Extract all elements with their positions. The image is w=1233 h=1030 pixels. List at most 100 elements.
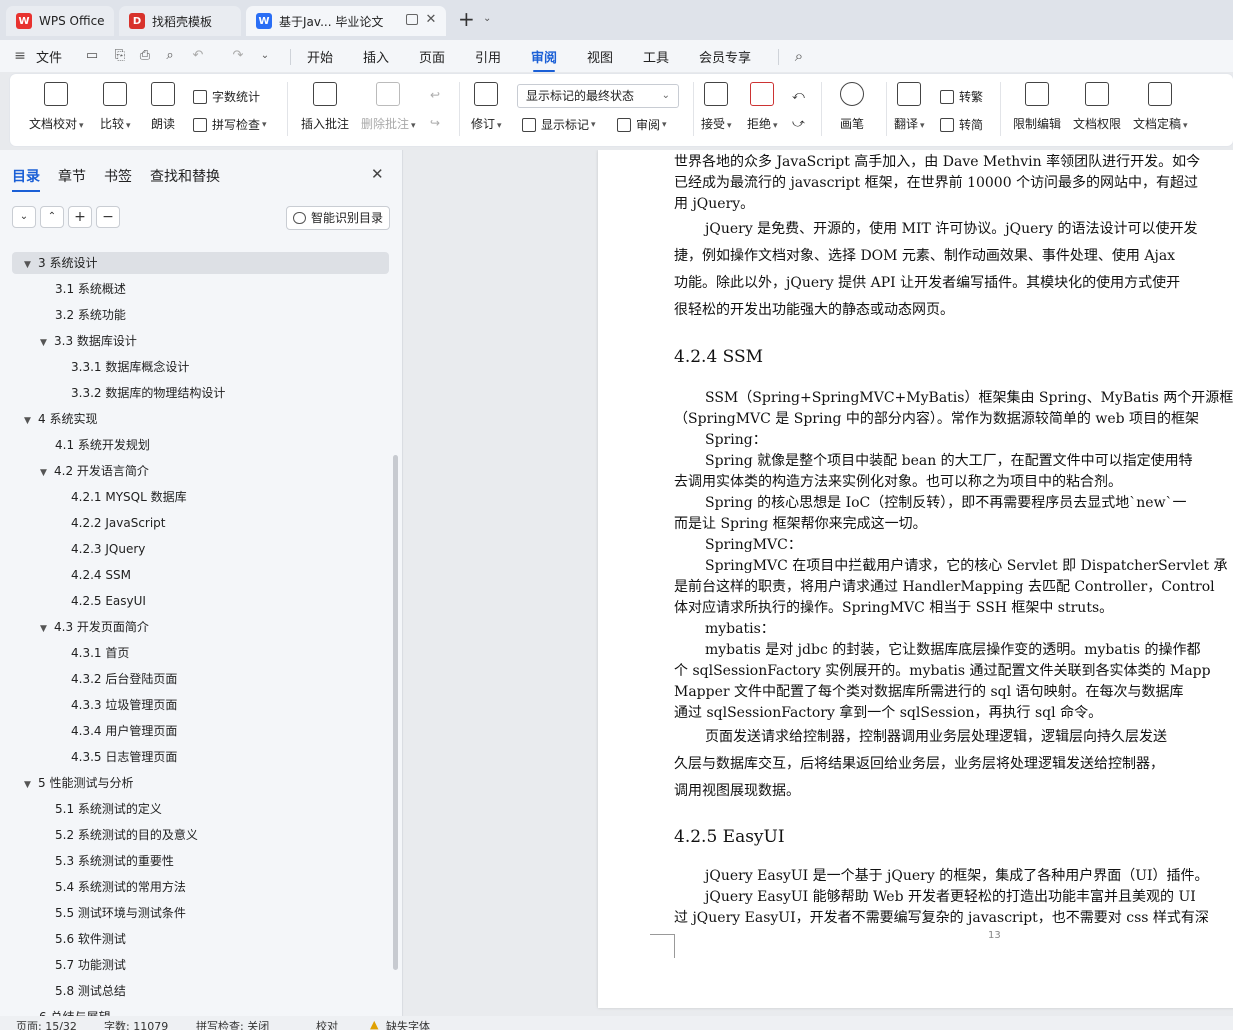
translate-button[interactable]: 翻译 ▾	[894, 82, 925, 132]
expand-toggle-icon[interactable]: ▼	[40, 462, 54, 484]
toc-item[interactable]: ▼ 3.3 数据库设计	[40, 330, 137, 352]
spell-check-button[interactable]: 拼写检查 ▾	[193, 116, 267, 133]
toc-item[interactable]: 5.5 测试环境与测试条件	[55, 902, 186, 924]
expand-toggle-icon[interactable]: ▼	[24, 410, 38, 432]
menu-review[interactable]: 审阅	[531, 47, 557, 72]
toc-item[interactable]: 5.7 功能测试	[55, 954, 126, 976]
collapse-all-button[interactable]: ⌄	[12, 206, 36, 228]
prev-change-icon[interactable]: ⤺	[792, 88, 805, 103]
toc-item[interactable]: 5.8 测试总结	[55, 980, 126, 1002]
toc-item[interactable]: 3.1 系统概述	[55, 278, 126, 300]
prev-comment-icon[interactable]: ↩	[430, 88, 440, 102]
hamburger-icon[interactable]: ≡	[12, 48, 28, 64]
share-icon[interactable]: ⎘	[112, 48, 128, 64]
toc-item[interactable]: 5.6 软件测试	[55, 928, 126, 950]
close-pane-icon[interactable]: ✕	[371, 165, 384, 183]
redo-icon[interactable]: ↷	[230, 48, 246, 64]
tab-document[interactable]: W 基于Jav... 毕业论文 ✕	[246, 6, 446, 36]
toc-item[interactable]: 4.2.4 SSM	[71, 564, 131, 586]
next-comment-icon[interactable]: ↪	[430, 116, 440, 130]
word-count-button[interactable]: 字数统计	[193, 88, 260, 105]
to-simplified-button[interactable]: 转简	[940, 116, 983, 133]
new-tab-plus-icon[interactable]: +	[458, 9, 475, 29]
compare-button[interactable]: 比较 ▾	[100, 82, 131, 132]
toc-item[interactable]: 5.2 系统测试的目的及意义	[55, 824, 198, 846]
toc-item[interactable]: 3.3.1 数据库概念设计	[71, 356, 189, 378]
close-tab-icon[interactable]: ✕	[424, 13, 438, 27]
undo-icon[interactable]: ↶	[190, 48, 206, 64]
quick-access-chevron-icon[interactable]: ⌄	[257, 48, 273, 64]
insert-comment-button[interactable]: 插入批注	[301, 82, 349, 132]
toc-item[interactable]: 4.3.3 垃圾管理页面	[71, 694, 177, 716]
expand-toggle-icon[interactable]: ▼	[40, 332, 54, 354]
add-heading-button[interactable]: +	[68, 206, 92, 228]
restrict-edit-button[interactable]: 限制编辑	[1013, 82, 1061, 132]
page-count-status[interactable]: 页面: 15/32	[16, 1018, 77, 1030]
delete-comment-button[interactable]: 删除批注 ▾	[361, 82, 416, 132]
expand-toggle-icon[interactable]: ▼	[40, 618, 54, 640]
menu-insert[interactable]: 插入	[363, 47, 389, 66]
toc-item[interactable]: 3.3.2 数据库的物理结构设计	[71, 382, 225, 404]
menu-file[interactable]: 文件	[36, 47, 62, 66]
menu-tools[interactable]: 工具	[643, 47, 669, 66]
to-traditional-button[interactable]: 转繁	[940, 88, 983, 105]
accept-button[interactable]: 接受 ▾	[701, 82, 732, 132]
doc-permission-button[interactable]: 文档权限	[1073, 82, 1121, 132]
expand-toggle-icon[interactable]: ▼	[24, 774, 38, 796]
toc-item[interactable]: 5.1 系统测试的定义	[55, 798, 162, 820]
toc-item[interactable]: 4.1 系统开发规划	[55, 434, 150, 456]
tab-find-replace[interactable]: 查找和替换	[150, 166, 220, 186]
review-pane-button[interactable]: 审阅 ▾	[617, 116, 667, 133]
tab-list-chevron-icon[interactable]: ⌄	[483, 13, 491, 24]
remove-heading-button[interactable]: −	[96, 206, 120, 228]
window-icon[interactable]	[406, 14, 418, 25]
read-aloud-button[interactable]: 朗读	[151, 82, 175, 132]
toc-item[interactable]: 4.3.5 日志管理页面	[71, 746, 177, 768]
tab-toc[interactable]: 目录	[12, 166, 40, 192]
tab-docer-templates[interactable]: D 找稻壳模板	[119, 6, 241, 36]
toc-item[interactable]: 6 总结与展望	[39, 1006, 110, 1016]
show-markup-button[interactable]: 显示标记 ▾	[522, 116, 596, 133]
print-icon[interactable]: ⎙	[137, 48, 153, 64]
toc-item[interactable]: ▼ 4.3 开发页面简介	[40, 616, 149, 638]
tab-bookmarks[interactable]: 书签	[104, 166, 132, 186]
revise-button[interactable]: 修订 ▾	[471, 82, 502, 132]
doc-proofread-button[interactable]: 文档校对 ▾	[29, 82, 84, 132]
doc-finalize-button[interactable]: 文档定稿 ▾	[1133, 82, 1188, 132]
toc-item[interactable]: 4.3.4 用户管理页面	[71, 720, 177, 742]
toc-item[interactable]: 4.3.1 首页	[71, 642, 129, 664]
toc-item[interactable]: ▼ 5 性能测试与分析	[24, 772, 133, 794]
save-icon[interactable]: ▭	[84, 48, 100, 64]
nav-scrollbar[interactable]	[393, 455, 398, 970]
missing-font-status[interactable]: 缺失字体	[386, 1018, 430, 1030]
tab-chapters[interactable]: 章节	[58, 166, 86, 186]
smart-toc-button[interactable]: 智能识别目录	[286, 206, 390, 230]
toc-item[interactable]: 4.2.5 EasyUI	[71, 590, 146, 612]
search-icon[interactable]: ⌕	[791, 48, 807, 64]
toc-item[interactable]: 4.2.2 JavaScript	[71, 512, 166, 534]
toc-item[interactable]: ▼ 3 系统设计	[24, 252, 97, 274]
tab-wps-office[interactable]: W WPS Office	[6, 6, 114, 36]
menu-view[interactable]: 视图	[587, 47, 613, 66]
brush-button[interactable]: 画笔	[840, 82, 864, 132]
toc-item[interactable]: ▼ 4 系统实现	[24, 408, 97, 430]
toc-item[interactable]: 5.4 系统测试的常用方法	[55, 876, 186, 898]
menu-home[interactable]: 开始	[307, 47, 333, 66]
proofread-status[interactable]: 校对	[316, 1018, 338, 1030]
toc-item[interactable]: 4.2.1 MYSQL 数据库	[71, 486, 187, 508]
expand-up-button[interactable]: ⌃	[40, 206, 64, 228]
menu-page[interactable]: 页面	[419, 47, 445, 66]
menu-references[interactable]: 引用	[475, 47, 501, 66]
reject-button[interactable]: 拒绝 ▾	[747, 82, 778, 132]
next-change-icon[interactable]: ⤻	[792, 116, 805, 131]
spell-check-status[interactable]: 拼写检查: 关闭	[196, 1018, 269, 1030]
word-count-status[interactable]: 字数: 11079	[104, 1018, 168, 1030]
markup-state-select[interactable]: 显示标记的最终状态 ⌄	[517, 84, 679, 108]
toc-item[interactable]: 3.2 系统功能	[55, 304, 126, 326]
document-page[interactable]: 世界各地的众多 JavaScript 高手加入，由 Dave Methvin 率…	[598, 150, 1233, 1008]
expand-toggle-icon[interactable]: ▼	[24, 254, 38, 276]
toc-item[interactable]: 5.3 系统测试的重要性	[55, 850, 174, 872]
toc-item[interactable]: ▼ 4.2 开发语言简介	[40, 460, 149, 482]
toc-item[interactable]: 4.2.3 JQuery	[71, 538, 145, 560]
toc-item[interactable]: 4.3.2 后台登陆页面	[71, 668, 177, 690]
